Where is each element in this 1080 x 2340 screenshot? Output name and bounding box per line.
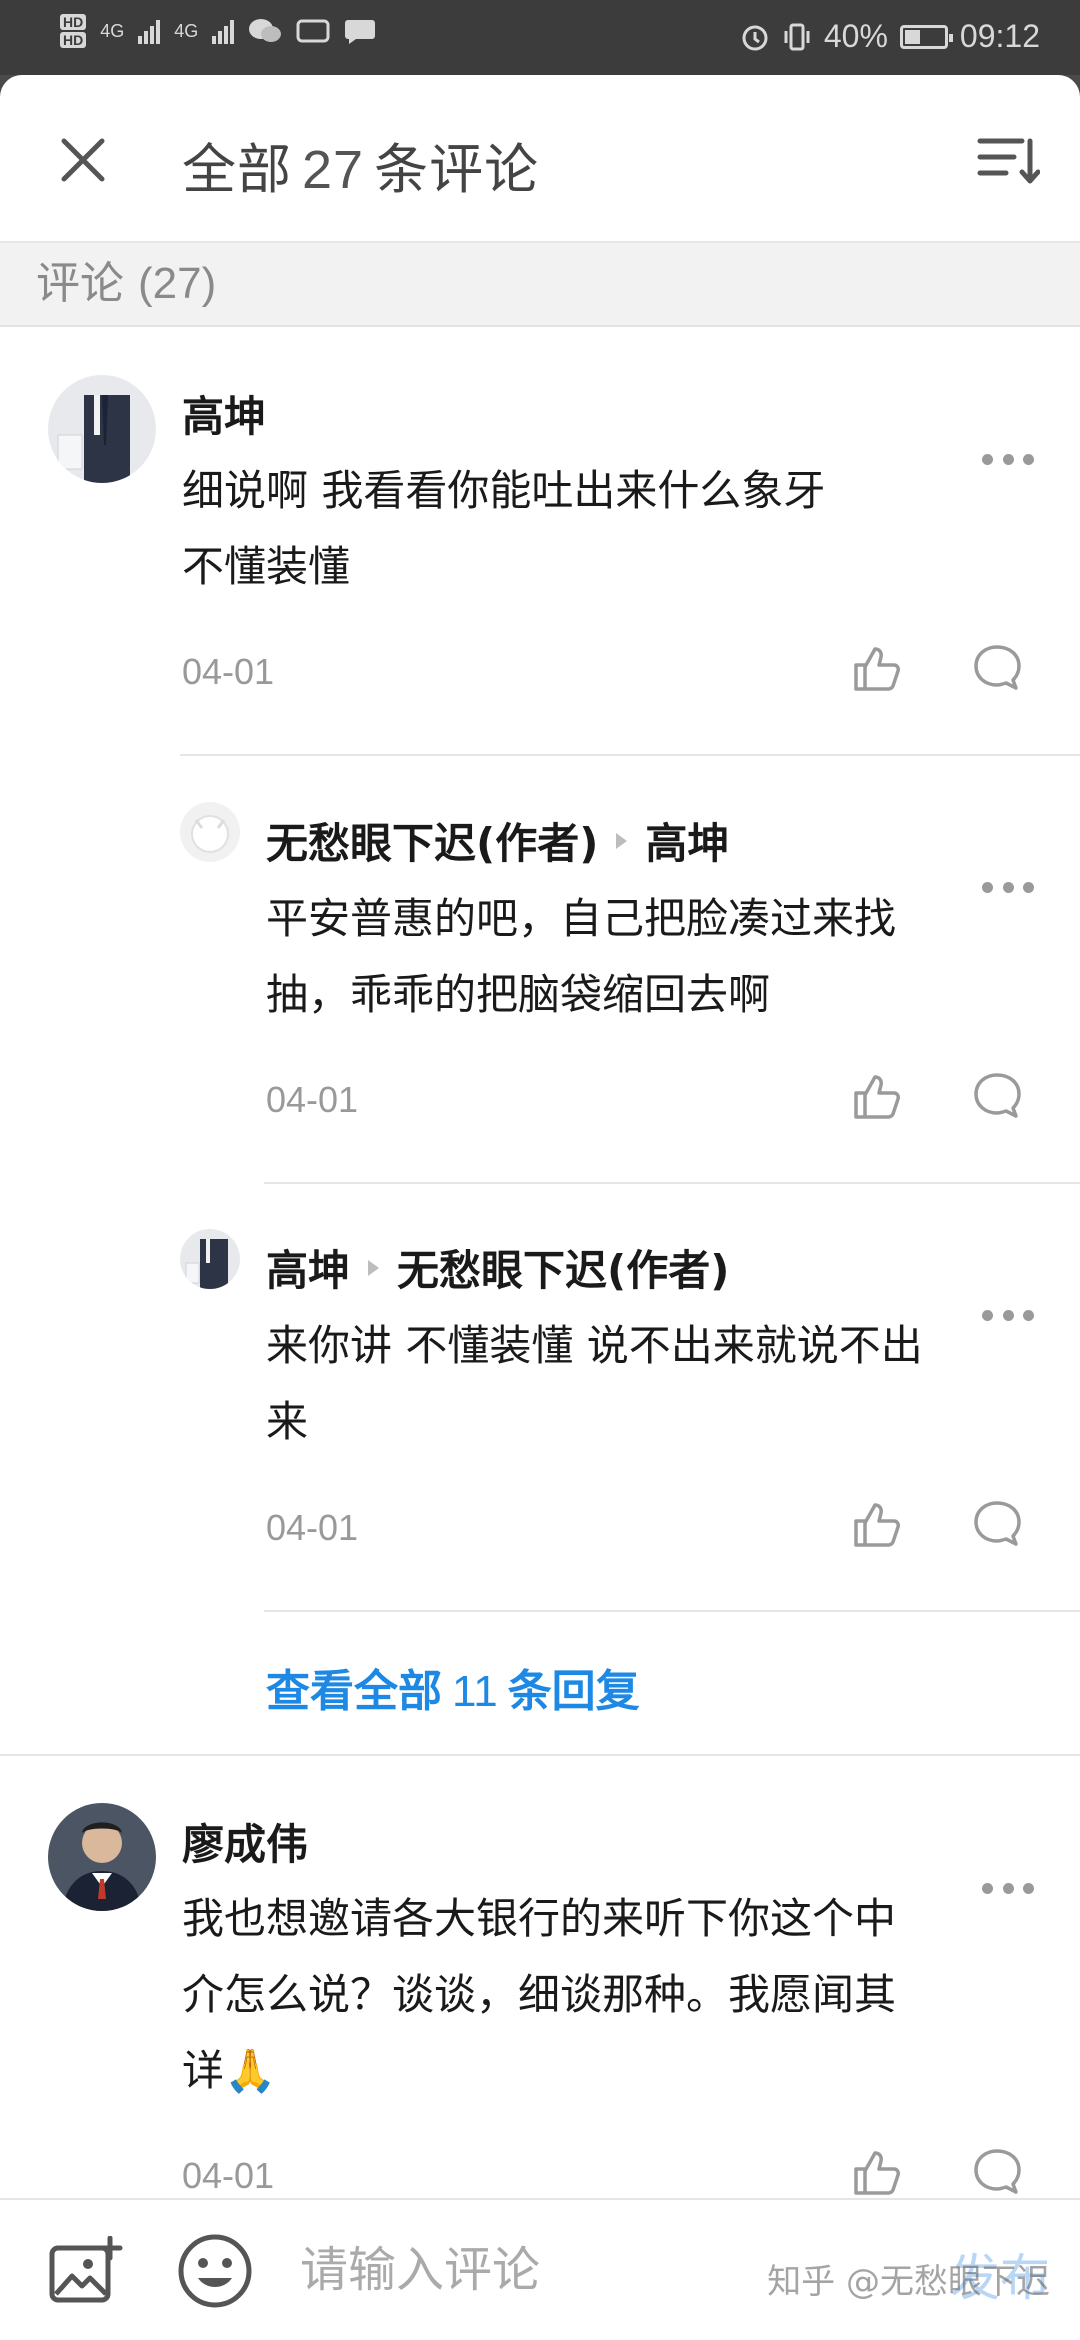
avatar[interactable]	[48, 375, 156, 483]
section-label: 评论	[36, 258, 124, 309]
status-left: HD HD 4G 4G	[60, 14, 376, 48]
message-icon	[345, 20, 376, 44]
page-title: 全部 27 条评论	[182, 125, 539, 204]
divider	[0, 1754, 1080, 1756]
reply-to-name[interactable]: 无愁眼下迟(作者)	[397, 1237, 729, 1298]
title-suffix: 条评论	[374, 138, 540, 201]
sheet-header: 全部 27 条评论	[0, 75, 1080, 243]
avatar[interactable]	[48, 1803, 156, 1911]
avatar[interactable]	[180, 802, 240, 862]
like-icon[interactable]	[852, 1071, 902, 1121]
comment-text: 来你讲 不懂装懂 说不出来就说不出 来	[266, 1321, 923, 1446]
comment-date: 04-01	[182, 651, 275, 692]
divider	[264, 1182, 1080, 1184]
network-label: 4G	[100, 20, 125, 41]
signal-icon	[138, 18, 161, 44]
title-count: 27	[302, 140, 365, 200]
comment-text: 我也想邀请各大银行的来听下你这个中 介怎么说？谈谈，细谈那种。我愿闻其 详🙏	[182, 1894, 897, 2095]
reply-author-line: 无愁眼下迟(作者) 高坤	[266, 810, 729, 871]
comment-date: 04-01	[266, 1507, 359, 1548]
comment-date: 04-01	[266, 1079, 359, 1120]
comment-input[interactable]	[300, 2234, 780, 2306]
author-name[interactable]: 高坤	[266, 1237, 350, 1298]
view-all-count[interactable]: 11	[442, 1667, 508, 1716]
section-count: (27)	[138, 259, 217, 308]
reply-icon[interactable]	[972, 643, 1022, 693]
network-label-2: 4G	[174, 20, 199, 41]
emoji-icon[interactable]	[176, 2232, 254, 2310]
reply-icon[interactable]	[972, 2147, 1022, 2197]
comment-author[interactable]: 廖成伟	[182, 1811, 308, 1872]
reply-to-name[interactable]: 高坤	[645, 810, 729, 871]
wechat-icon	[249, 19, 282, 42]
view-all-prefix[interactable]: 查看全部	[266, 1666, 442, 1717]
comment-date: 04-01	[182, 2155, 275, 2196]
author-name[interactable]: 无愁眼下迟(作者)	[266, 810, 598, 871]
reply-icon[interactable]	[972, 1499, 1022, 1549]
like-icon[interactable]	[852, 643, 902, 693]
reply-arrow-icon	[368, 1259, 380, 1276]
avatar[interactable]	[180, 1229, 240, 1289]
battery-percent: 40%	[823, 18, 888, 54]
clock: 09:12	[959, 18, 1040, 54]
status-right: 40% 09:12	[740, 18, 1040, 55]
like-icon[interactable]	[852, 2147, 902, 2197]
view-all-suffix[interactable]: 条回复	[508, 1666, 640, 1717]
sort-icon[interactable]	[976, 133, 1040, 189]
author-name[interactable]: 高坤	[182, 383, 266, 444]
app-icon	[296, 19, 330, 43]
watermark: 知乎 @无愁眼下迟	[767, 2262, 1050, 2302]
comment-text: 细说啊 我看看你能吐出来什么象牙 不懂装懂	[182, 466, 826, 591]
image-icon[interactable]	[48, 2236, 124, 2306]
comment-text: 平安普惠的吧，自己把脸凑过来找 抽，乖乖的把脑袋缩回去啊	[266, 894, 897, 1019]
divider	[180, 754, 1080, 756]
comments-sheet: 全部 27 条评论 评论 (27) 高坤 细说啊 我看看你能吐出来什么象牙 不懂装懂…	[0, 75, 1080, 2340]
reply-arrow-icon	[616, 832, 628, 849]
divider	[264, 1610, 1080, 1612]
close-icon[interactable]	[58, 135, 108, 185]
comment-composer: 发布 知乎 @无愁眼下迟	[0, 2198, 1080, 2340]
hd-icon: HD HD	[60, 14, 87, 48]
view-all-replies-link[interactable]: 查看全部 11 条回复	[266, 1655, 640, 1719]
comment-author[interactable]: 高坤	[182, 383, 266, 444]
status-bar: HD HD 4G 4G 40% 09:12	[0, 0, 1080, 75]
alarm-icon	[742, 25, 768, 50]
battery-icon	[899, 24, 953, 49]
reply-icon[interactable]	[972, 1071, 1022, 1121]
like-icon[interactable]	[852, 1499, 902, 1549]
comments-section-header: 评论 (27)	[0, 243, 1080, 327]
signal-icon-2	[212, 18, 235, 44]
title-prefix: 全部	[182, 138, 292, 201]
vibrate-icon	[784, 23, 810, 50]
reply-author-line: 高坤 无愁眼下迟(作者)	[266, 1237, 729, 1298]
author-name[interactable]: 廖成伟	[182, 1811, 308, 1872]
